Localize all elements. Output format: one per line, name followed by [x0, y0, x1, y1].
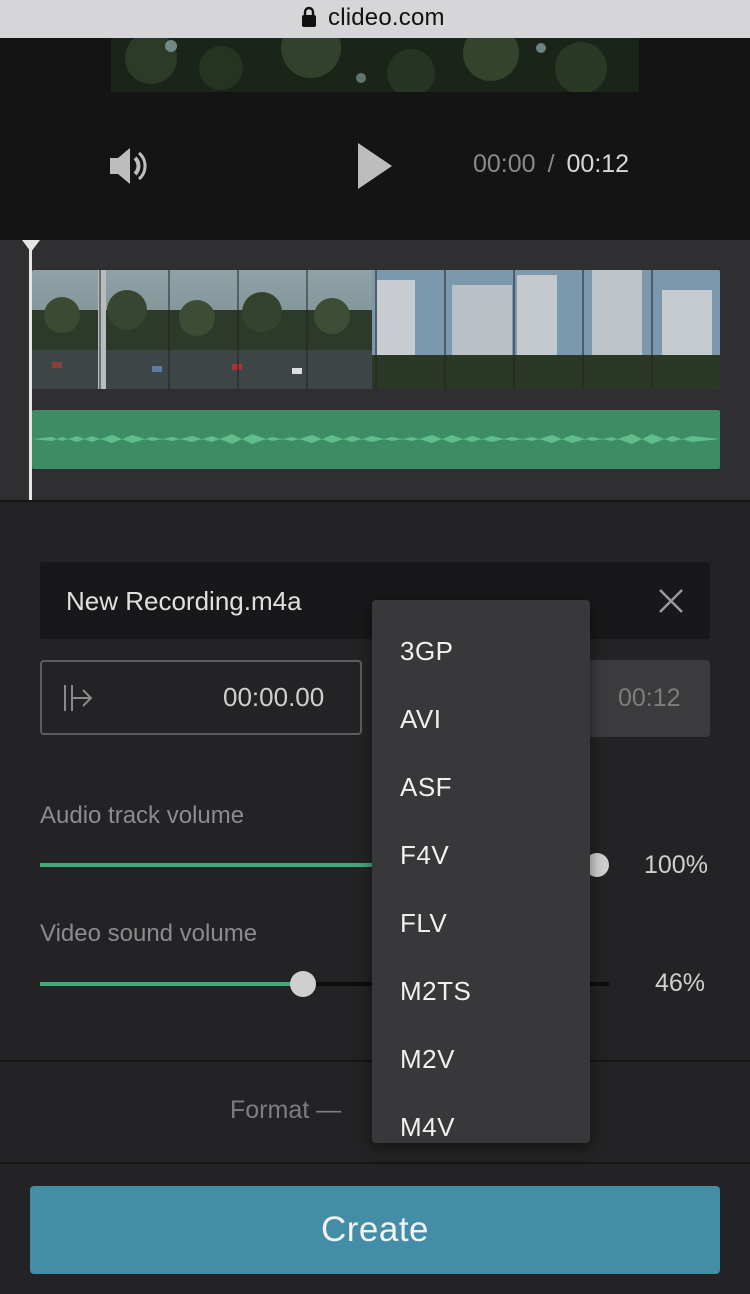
play-icon[interactable]: [356, 141, 394, 191]
close-icon[interactable]: [655, 585, 687, 617]
start-time-value: 00:00.00: [223, 682, 325, 712]
format-option-3gp[interactable]: 3GP: [400, 636, 454, 667]
format-option-asf[interactable]: ASF: [400, 772, 452, 803]
time-separator: /: [547, 150, 555, 178]
format-dropdown-menu[interactable]: 3GP AVI ASF F4V FLV M2TS M2V M4V: [372, 600, 590, 1143]
format-option-avi[interactable]: AVI: [400, 704, 441, 735]
volume-icon[interactable]: [108, 145, 150, 187]
format-label[interactable]: Format —: [230, 1096, 341, 1125]
browser-address-bar[interactable]: clideo.com: [0, 0, 750, 38]
video-volume-value: 46%: [655, 969, 706, 997]
audio-volume-label: Audio track volume: [40, 802, 245, 829]
end-time-value: 00:12: [618, 684, 681, 712]
video-volume-slider-fill[interactable]: [40, 982, 303, 986]
create-button[interactable]: Create: [30, 1186, 720, 1274]
divider: [0, 1162, 750, 1164]
url-text: clideo.com: [328, 4, 445, 31]
format-option-m4v[interactable]: M4V: [400, 1112, 455, 1143]
format-option-f4v[interactable]: F4V: [400, 840, 449, 871]
total-duration: 00:12: [566, 150, 630, 178]
video-volume-slider-thumb[interactable]: [290, 971, 316, 997]
lock-icon: [302, 6, 316, 27]
format-option-m2v[interactable]: M2V: [400, 1044, 455, 1075]
audio-file-name: New Recording.m4a: [66, 586, 302, 616]
format-option-m2ts[interactable]: M2TS: [400, 976, 471, 1007]
video-preview: [111, 38, 639, 92]
video-volume-label: Video sound volume: [40, 920, 258, 947]
start-point-icon: [64, 685, 93, 711]
format-option-flv[interactable]: FLV: [400, 908, 447, 939]
divider: [0, 500, 750, 502]
playhead[interactable]: [29, 240, 32, 500]
waveform: [32, 434, 720, 444]
audio-waveform-track[interactable]: [32, 410, 720, 469]
current-time: 00:00: [473, 150, 536, 178]
filmstrip-frames: [32, 270, 720, 389]
audio-volume-value: 100%: [644, 851, 708, 879]
video-filmstrip[interactable]: [32, 270, 720, 389]
playback-time: 00:00 / 00:12: [473, 150, 629, 179]
playhead-handle-icon[interactable]: [22, 240, 40, 252]
